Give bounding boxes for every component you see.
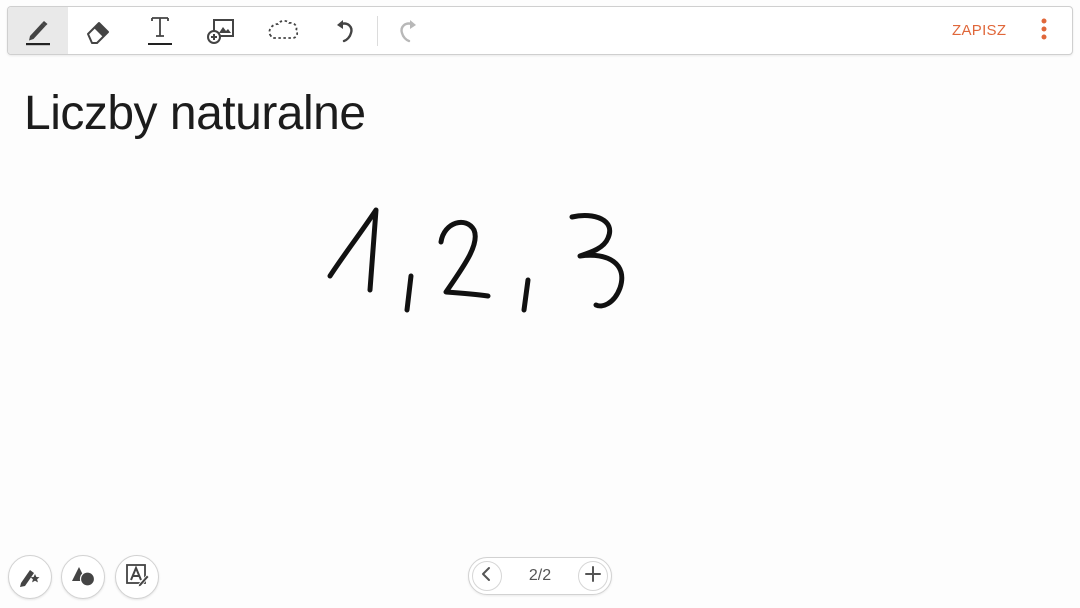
more-options-button[interactable] (1032, 17, 1056, 45)
redo-icon (394, 16, 422, 46)
note-title[interactable]: Liczby naturalne (24, 86, 366, 141)
redo-button[interactable] (378, 7, 438, 54)
eraser-icon (83, 16, 113, 46)
page-navigator: 2/2 (468, 557, 612, 595)
add-image-icon (204, 16, 238, 46)
undo-button[interactable] (315, 7, 375, 54)
chevron-left-icon (480, 566, 494, 587)
eraser-tool-button[interactable] (68, 7, 128, 54)
stroke-digit-2 (438, 219, 491, 299)
lasso-icon (265, 16, 301, 46)
toolbar: ZAPISZ (7, 6, 1073, 55)
stroke-comma-2 (521, 277, 531, 313)
stroke-comma-1 (404, 273, 414, 313)
insert-image-button[interactable] (191, 7, 251, 54)
page-indicator: 2/2 (528, 567, 552, 584)
add-page-button[interactable] (578, 561, 608, 591)
handwriting-strokes (327, 207, 625, 313)
pen-icon (23, 14, 53, 48)
text-icon (145, 14, 175, 48)
shapes-button[interactable] (61, 555, 105, 599)
pen-favorites-button[interactable] (8, 555, 52, 599)
stroke-digit-1 (327, 207, 379, 293)
text-tool-button[interactable] (130, 7, 190, 54)
more-vertical-icon (1040, 17, 1048, 46)
pen-star-icon (17, 562, 43, 593)
stroke-digit-3 (569, 213, 625, 309)
undo-icon (331, 16, 359, 46)
pen-tool-button[interactable] (8, 7, 68, 54)
text-convert-icon (124, 562, 150, 593)
plus-icon (584, 565, 602, 588)
handwriting-canvas[interactable]: 1,2,3 (318, 196, 638, 326)
save-button[interactable]: ZAPISZ (948, 19, 1010, 43)
shapes-icon (69, 562, 97, 593)
lasso-tool-button[interactable] (253, 7, 313, 54)
note-editor-page: ZAPISZ Liczby naturalne 1,2,3 (0, 0, 1080, 608)
handwriting-to-text-button[interactable] (115, 555, 159, 599)
previous-page-button[interactable] (472, 561, 502, 591)
